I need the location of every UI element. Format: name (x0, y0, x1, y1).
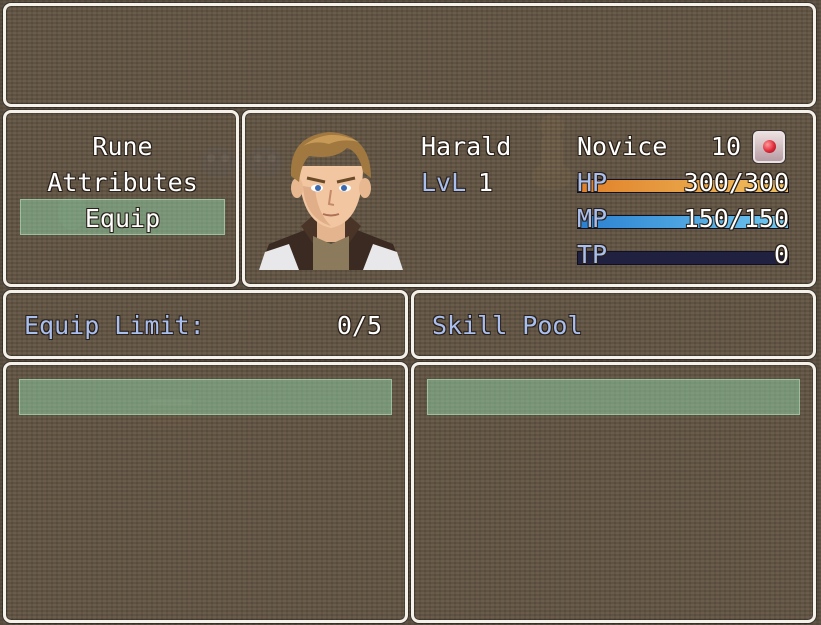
skill-pool-list-window (411, 362, 816, 623)
equip-limit-label: Equip Limit: (24, 311, 205, 340)
tp-value: 0 (773, 240, 789, 269)
help-window (3, 3, 816, 107)
tp-label: TP (577, 240, 608, 269)
equip-limit-value: 0/5 (336, 311, 382, 340)
equipped-list-cursor[interactable] (19, 379, 392, 415)
actor-rank: 10 (710, 132, 741, 161)
equip-limit-window: Equip Limit: 0/5 (3, 290, 408, 359)
menu-item-attributes[interactable]: Attributes (20, 167, 225, 199)
actor-class: Novice (577, 132, 668, 161)
menu-item-rune[interactable]: Rune (20, 131, 225, 163)
skill-pool-label: Skill Pool (432, 311, 583, 340)
actor-portrait (259, 126, 403, 270)
hp-label: HP (577, 168, 608, 197)
skill-pool-header-window: Skill Pool (411, 290, 816, 359)
level-value: 1 (477, 168, 493, 197)
command-window: Rune Attributes Equip (3, 110, 239, 287)
face-image (259, 132, 403, 270)
equipped-list-window (3, 362, 408, 623)
skill-pool-cursor[interactable] (427, 379, 800, 415)
red-orb-icon (753, 131, 785, 163)
actor-name: Harald (421, 132, 512, 161)
hp-value: 300/300 (683, 168, 789, 197)
actor-status-window: Harald LvL 1 Novice 10 HP 300/300 MP 150… (242, 110, 816, 287)
menu-item-equip[interactable]: Equip (20, 203, 225, 235)
mp-value: 150/150 (683, 204, 789, 233)
mp-label: MP (577, 204, 608, 233)
